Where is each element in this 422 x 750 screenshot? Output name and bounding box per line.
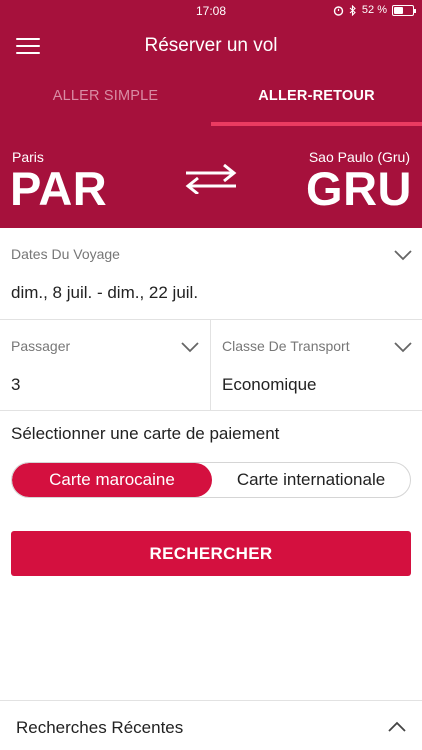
- chevron-down-icon[interactable]: [181, 341, 199, 353]
- swap-arrows-icon[interactable]: [184, 164, 238, 194]
- passenger-label: Passager: [11, 338, 71, 354]
- search-button[interactable]: RECHERCHER: [11, 531, 411, 576]
- bluetooth-icon: [349, 4, 356, 16]
- option-moroccan-card[interactable]: Carte marocaine: [12, 463, 212, 497]
- route-selector: Paris PAR Sao Paulo (Gru) GRU: [0, 128, 422, 228]
- recent-searches-panel[interactable]: Recherches Récentes: [0, 700, 422, 750]
- payment-card-toggle: Carte marocaine Carte internationale: [11, 462, 411, 498]
- destination-code[interactable]: GRU: [306, 164, 412, 214]
- payment-card-title: Sélectionner une carte de paiement: [11, 424, 280, 443]
- travel-class-value[interactable]: Economique: [222, 375, 317, 395]
- battery-icon: [392, 4, 416, 16]
- battery-level: [394, 6, 403, 14]
- origin-code[interactable]: PAR: [10, 164, 107, 214]
- passenger-class-row: Passager 3 Classe De Transport Economiqu…: [0, 320, 422, 411]
- tab-one-way[interactable]: ALLER SIMPLE: [0, 72, 211, 128]
- status-icons: 52 %: [333, 4, 416, 16]
- travel-dates-field[interactable]: Dates Du Voyage dim., 8 juil. - dim., 22…: [0, 228, 422, 320]
- battery-percent: 52 %: [361, 4, 387, 16]
- travel-dates-label: Dates Du Voyage: [11, 246, 120, 262]
- recent-searches-label: Recherches Récentes: [16, 718, 184, 737]
- status-bar: 17:08 52 %: [0, 0, 422, 22]
- travel-class-label: Classe De Transport: [222, 338, 350, 354]
- active-tab-indicator: [211, 122, 422, 126]
- column-divider: [210, 320, 211, 411]
- chevron-up-icon[interactable]: [388, 721, 406, 733]
- trip-type-tabs: ALLER SIMPLE ALLER-RETOUR: [0, 72, 422, 128]
- chevron-down-icon[interactable]: [394, 341, 412, 353]
- alarm-icon: [333, 5, 344, 16]
- chevron-down-icon[interactable]: [394, 249, 412, 261]
- tab-round-trip[interactable]: ALLER-RETOUR: [211, 72, 422, 128]
- option-international-card[interactable]: Carte internationale: [212, 463, 410, 497]
- passenger-value[interactable]: 3: [11, 375, 20, 395]
- travel-dates-value: dim., 8 juil. - dim., 22 juil.: [11, 283, 199, 302]
- page-title: Réserver un vol: [144, 35, 278, 56]
- app-header: Réserver un vol: [0, 22, 422, 72]
